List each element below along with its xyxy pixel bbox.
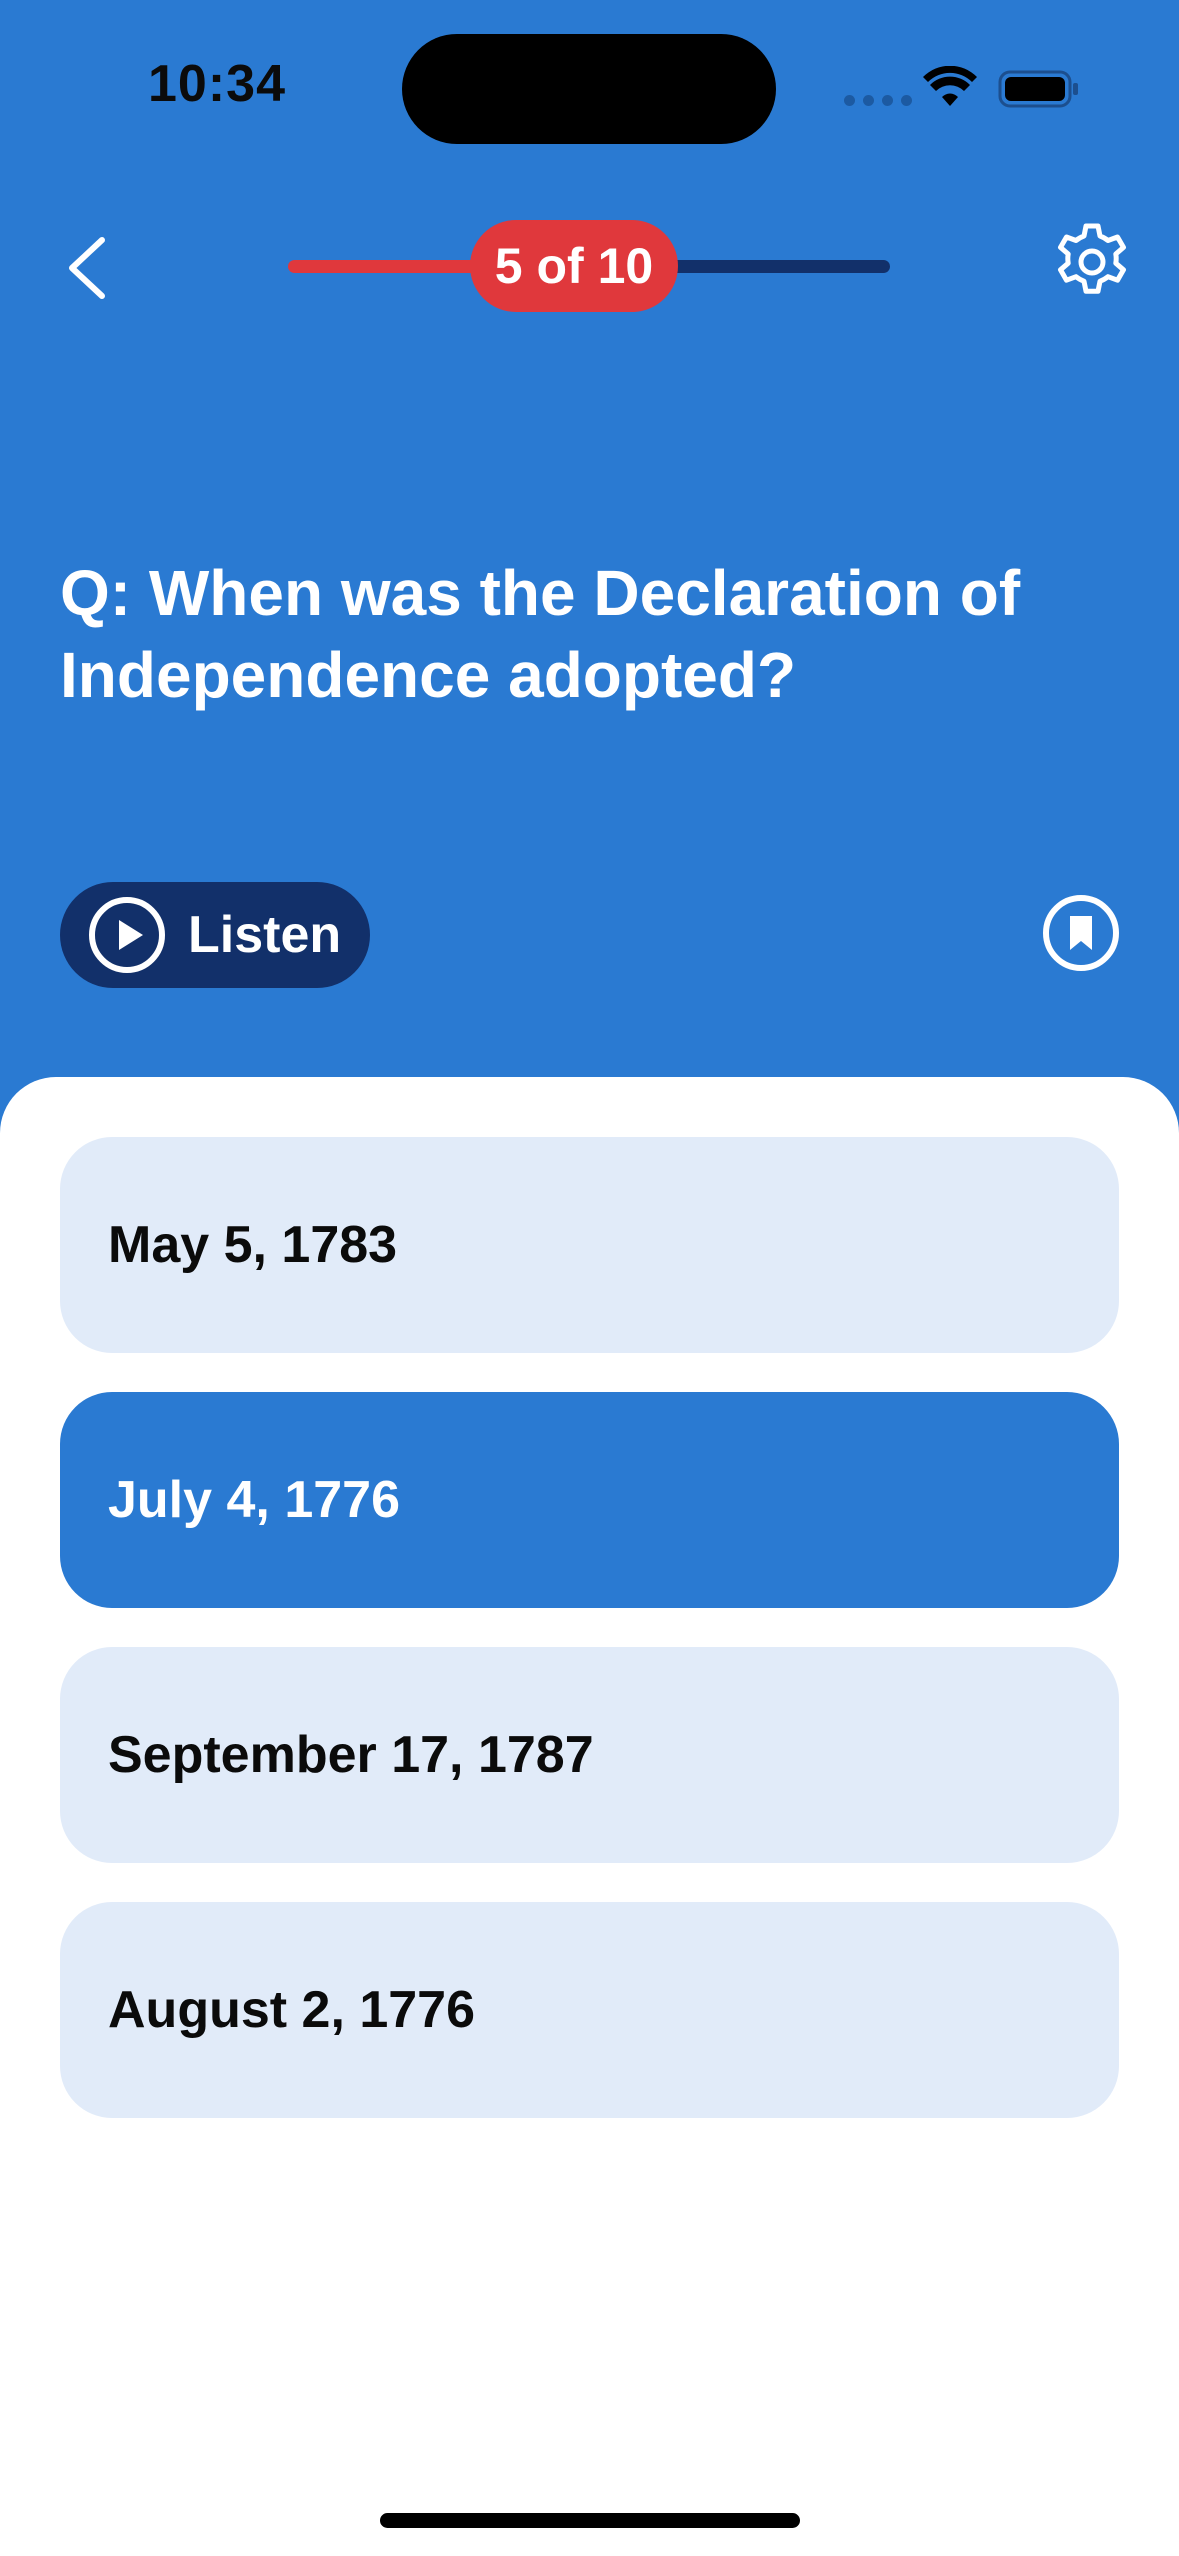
listen-label: Listen bbox=[188, 906, 342, 964]
progress-badge: 5 of 10 bbox=[470, 220, 678, 312]
bookmark-icon[interactable] bbox=[1042, 894, 1120, 972]
battery-icon bbox=[998, 70, 1078, 108]
answer-option[interactable]: September 17, 1787 bbox=[60, 1647, 1119, 1863]
progress-bar-completed bbox=[288, 260, 488, 273]
answer-option-selected[interactable]: July 4, 1776 bbox=[60, 1392, 1119, 1608]
answer-option[interactable]: May 5, 1783 bbox=[60, 1137, 1119, 1353]
cellular-signal-icon bbox=[844, 95, 912, 106]
progress-bar-remaining bbox=[660, 260, 890, 273]
play-circle-icon bbox=[89, 897, 165, 973]
status-time: 10:34 bbox=[148, 55, 286, 113]
wifi-icon bbox=[923, 66, 977, 106]
gear-icon[interactable] bbox=[1052, 222, 1132, 302]
dynamic-island bbox=[402, 34, 776, 144]
listen-button[interactable]: Listen bbox=[60, 882, 370, 988]
question-text: Q: When was the Declaration of Independe… bbox=[60, 557, 1021, 711]
quiz-screen: 10:34 5 of 10 Q: When was the Declaratio… bbox=[0, 0, 1179, 2556]
answer-option[interactable]: August 2, 1776 bbox=[60, 1902, 1119, 2118]
home-indicator[interactable] bbox=[380, 2513, 800, 2528]
back-button[interactable] bbox=[60, 232, 116, 304]
